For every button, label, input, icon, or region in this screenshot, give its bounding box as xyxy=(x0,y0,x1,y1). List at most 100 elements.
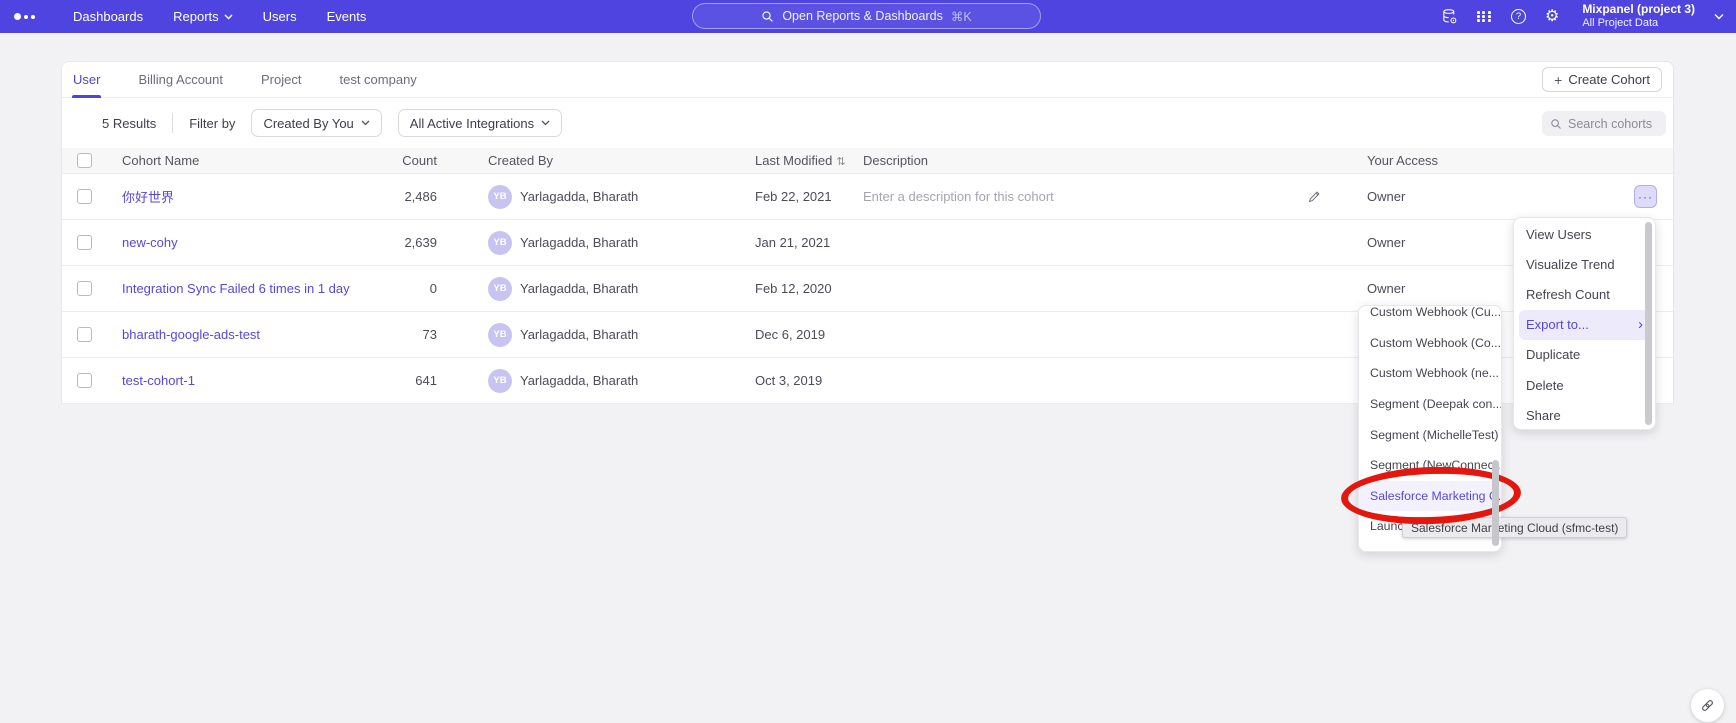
table-row: 你好世界 2,486 YBYarlagadda, Bharath Feb 22,… xyxy=(62,174,1673,220)
column-header-description: Description xyxy=(863,153,1367,168)
nav-item-reports[interactable]: Reports xyxy=(173,9,233,24)
edit-description-pencil-icon[interactable] xyxy=(1307,189,1322,204)
filter-bar: 5 Results Filter by Created By You All A… xyxy=(62,98,1673,148)
tab-billing-account[interactable]: Billing Account xyxy=(137,62,224,98)
project-scope: All Project Data xyxy=(1582,17,1695,31)
row-checkbox[interactable] xyxy=(77,327,92,342)
integrations-dropdown[interactable]: All Active Integrations xyxy=(398,109,562,137)
select-all-checkbox[interactable] xyxy=(77,153,92,168)
help-icon[interactable]: ? xyxy=(1511,9,1526,24)
creator-name: Yarlagadda, Bharath xyxy=(520,189,638,204)
description-placeholder[interactable]: Enter a description for this cohort xyxy=(863,189,1054,204)
column-header-created-by: Created By xyxy=(437,153,755,168)
cohort-name-link[interactable]: Integration Sync Failed 6 times in 1 day xyxy=(122,281,350,296)
search-cohorts-input[interactable]: Search cohorts xyxy=(1542,111,1666,136)
row-checkbox[interactable] xyxy=(77,281,92,296)
submenu-item-segment-deepak[interactable]: Segment (Deepak con... xyxy=(1359,389,1501,420)
creator-name: Yarlagadda, Bharath xyxy=(520,235,638,250)
cohort-count: 2,639 xyxy=(362,235,437,250)
global-search-bar[interactable]: Open Reports & Dashboards ⌘K xyxy=(692,3,1041,29)
submenu-item-salesforce-marketing-cloud[interactable]: Salesforce Marketing C... xyxy=(1359,481,1501,512)
project-switcher[interactable]: Mixpanel (project 3) All Project Data xyxy=(1582,2,1695,31)
settings-gear-icon[interactable]: ⚙ xyxy=(1545,9,1559,25)
data-management-icon[interactable] xyxy=(1441,8,1458,25)
row-checkbox[interactable] xyxy=(77,235,92,250)
submenu-item-label: Custom Webhook (Co... xyxy=(1370,336,1501,350)
apps-grid-icon[interactable] xyxy=(1477,11,1492,22)
row-checkbox[interactable] xyxy=(77,189,92,204)
help-glyph: ? xyxy=(1516,11,1521,22)
row-checkbox[interactable] xyxy=(77,373,92,388)
nav-item-users[interactable]: Users xyxy=(263,9,297,24)
submenu-item-custom-webhook-1[interactable]: Custom Webhook (Cu... xyxy=(1359,305,1501,328)
plus-icon: + xyxy=(1554,72,1562,88)
submenu-scrollbar[interactable] xyxy=(1492,460,1499,546)
tab-project[interactable]: Project xyxy=(260,62,302,98)
menu-item-label: Export to... xyxy=(1526,317,1589,332)
table-header-row: Cohort Name Count Created By Last Modifi… xyxy=(62,148,1673,174)
nav-item-events[interactable]: Events xyxy=(327,9,367,24)
nav-items: Dashboards Reports Users Events xyxy=(73,9,366,24)
creator-name: Yarlagadda, Bharath xyxy=(520,327,638,342)
menu-item-view-users[interactable]: View Users xyxy=(1514,219,1655,249)
creator-name: Yarlagadda, Bharath xyxy=(520,281,638,296)
copy-link-button[interactable] xyxy=(1691,689,1724,722)
submenu-item-label: Salesforce Marketing C... xyxy=(1370,489,1501,503)
column-header-last-modified[interactable]: Last Modified⇅ xyxy=(755,153,863,168)
cohort-name-link[interactable]: new-cohy xyxy=(122,235,178,250)
menu-item-duplicate[interactable]: Duplicate xyxy=(1514,340,1655,370)
last-modified-date: Feb 22, 2021 xyxy=(755,189,863,204)
row-actions-menu: View Users Visualize Trend Refresh Count… xyxy=(1513,217,1656,430)
top-nav: Dashboards Reports Users Events Open Rep… xyxy=(0,0,1736,33)
menu-item-delete[interactable]: Delete xyxy=(1514,370,1655,400)
create-cohort-label: Create Cohort xyxy=(1568,72,1650,87)
chevron-down-icon xyxy=(541,120,550,126)
cohort-count: 0 xyxy=(362,281,437,296)
submenu-item-segment-newconnec[interactable]: Segment (NewConnec... xyxy=(1359,450,1501,481)
menu-item-share[interactable]: Share xyxy=(1514,400,1655,430)
tab-label: Project xyxy=(261,72,301,87)
nav-right-controls: ? ⚙ Mixpanel (project 3) All Project Dat… xyxy=(1441,0,1724,33)
submenu-item-label: Segment (Deepak con... xyxy=(1370,397,1501,411)
cohort-type-tabs: User Billing Account Project test compan… xyxy=(62,62,1673,98)
menu-item-label: Share xyxy=(1526,408,1561,423)
menu-item-visualize-trend[interactable]: Visualize Trend xyxy=(1514,249,1655,279)
menu-scrollbar[interactable] xyxy=(1645,222,1652,425)
menu-item-refresh-count[interactable]: Refresh Count xyxy=(1514,279,1655,309)
creator-name: Yarlagadda, Bharath xyxy=(520,373,638,388)
submenu-item-segment-michelletest[interactable]: Segment (MichelleTest) xyxy=(1359,419,1501,450)
tab-label: User xyxy=(73,72,100,87)
nav-item-dashboards[interactable]: Dashboards xyxy=(73,9,143,24)
tab-label: Billing Account xyxy=(138,72,223,87)
keyboard-shortcut: ⌘K xyxy=(951,9,972,24)
nav-item-label: Users xyxy=(263,9,297,24)
chevron-down-icon xyxy=(361,120,370,126)
sort-icon[interactable]: ⇅ xyxy=(836,156,845,168)
mixpanel-logo-icon[interactable] xyxy=(14,13,35,20)
create-cohort-button[interactable]: + Create Cohort xyxy=(1542,67,1662,92)
submenu-arrow-icon: › xyxy=(1638,317,1643,332)
submenu-item-label: Custom Webhook (ne... xyxy=(1370,366,1499,380)
menu-item-export-to[interactable]: Export to... › xyxy=(1519,310,1650,340)
last-modified-date: Oct 3, 2019 xyxy=(755,373,863,388)
menu-item-label: View Users xyxy=(1526,227,1592,242)
avatar: YB xyxy=(488,277,512,301)
row-actions-dots-button[interactable]: ··· xyxy=(1634,185,1657,208)
cohort-name-link[interactable]: 你好世界 xyxy=(122,190,174,205)
submenu-item-custom-webhook-3[interactable]: Custom Webhook (ne... xyxy=(1359,358,1501,389)
tab-test-company[interactable]: test company xyxy=(338,62,417,98)
divider xyxy=(172,113,173,133)
results-count: 5 Results xyxy=(102,116,156,131)
cohort-name-link[interactable]: bharath-google-ads-test xyxy=(122,327,260,342)
table-row: new-cohy 2,639 YBYarlagadda, Bharath Jan… xyxy=(62,220,1673,266)
created-by-dropdown[interactable]: Created By You xyxy=(251,109,381,137)
last-modified-date: Dec 6, 2019 xyxy=(755,327,863,342)
cohort-name-link[interactable]: test-cohort-1 xyxy=(122,373,195,388)
cohort-count: 73 xyxy=(362,327,437,342)
submenu-item-label: Segment (MichelleTest) xyxy=(1370,428,1498,442)
tab-user[interactable]: User xyxy=(72,62,101,98)
submenu-item-custom-webhook-2[interactable]: Custom Webhook (Co... xyxy=(1359,328,1501,359)
last-modified-date: Feb 12, 2020 xyxy=(755,281,863,296)
chevron-down-icon xyxy=(224,14,233,20)
access-level: Owner xyxy=(1367,189,1673,204)
